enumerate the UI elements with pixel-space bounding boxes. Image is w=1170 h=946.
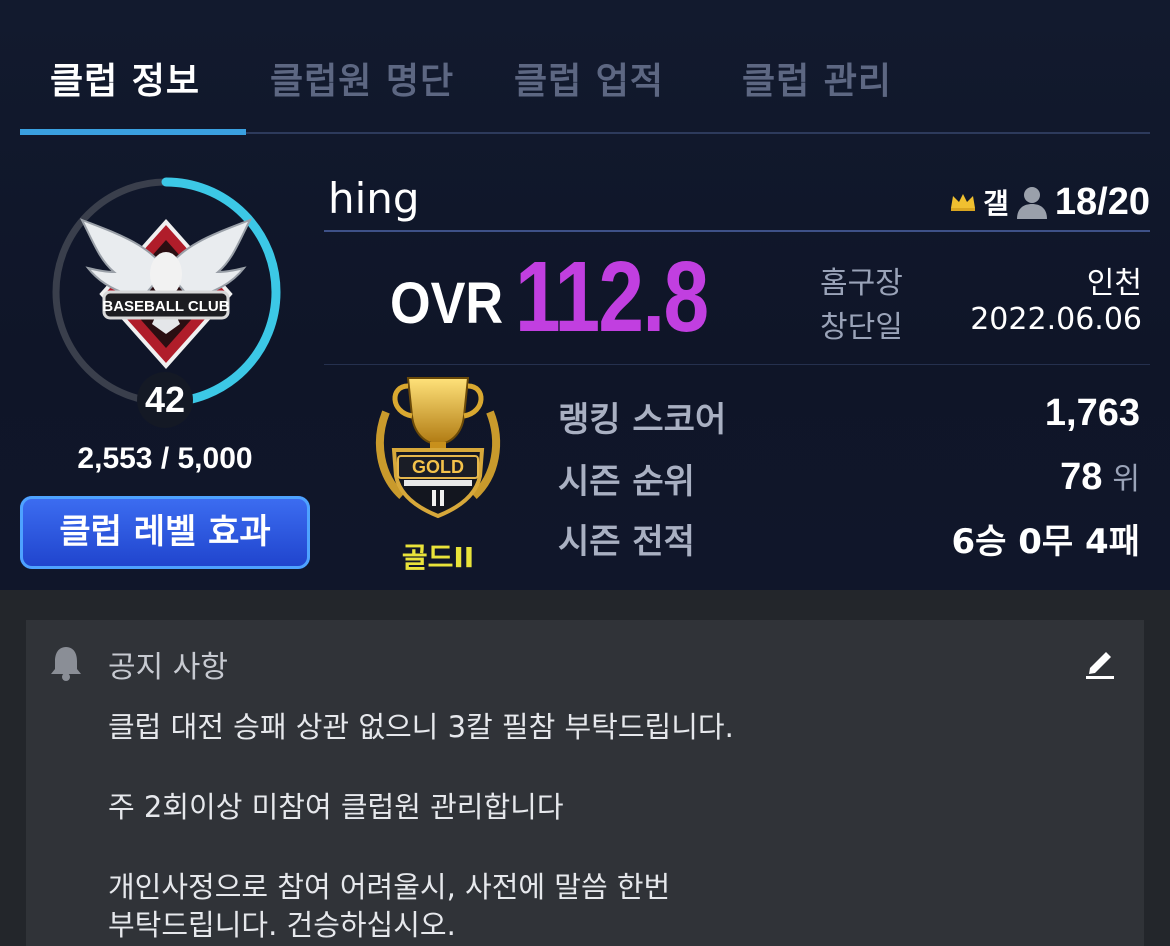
club-leader-name: 갤 <box>983 187 1009 220</box>
tab-club-management[interactable]: 클럽 관리 <box>742 52 892 104</box>
tab-bar: 클럽 정보 클럽원 명단 클럽 업적 클럽 관리 <box>20 0 1150 136</box>
emblem-text: BASEBALL CLUB <box>102 298 229 315</box>
ranking-score-row: 랭킹 스코어 1,763 <box>558 392 1140 442</box>
ranking-score-label: 랭킹 스코어 <box>558 400 727 440</box>
club-xp-text: 2,553 / 5,000 <box>77 442 253 475</box>
member-count: 18/20 <box>1054 180 1150 223</box>
founded-value: 2022.06.06 <box>970 302 1142 337</box>
club-level-effect-button[interactable]: 클럽 레벨 효과 <box>20 496 310 569</box>
season-rank-value: 78 <box>1060 456 1103 498</box>
ranking-score-value: 1,763 <box>1044 392 1140 434</box>
club-emblem: BASEBALL CLUB <box>79 218 253 370</box>
home-stadium-value: 인천 <box>1086 266 1142 301</box>
rank-tier-name: 골드II <box>401 541 475 574</box>
name-divider <box>324 230 1150 232</box>
notice-panel: 공지 사항 클럽 대전 승패 상관 없으니 3칼 필참 부탁드립니다. 주 2회… <box>26 620 1144 946</box>
section-divider <box>324 364 1150 365</box>
season-rank-row: 시즌 순위 78 위 <box>558 454 1140 504</box>
bell-icon <box>51 647 81 681</box>
tab-achievements[interactable]: 클럽 업적 <box>514 52 664 104</box>
season-rank-label: 시즌 순위 <box>558 462 695 502</box>
tab-member-list[interactable]: 클럽원 명단 <box>270 52 454 104</box>
season-record-row: 시즌 전적 6승 0무 4패 <box>558 514 1140 564</box>
notice-line: 주 2회이상 미참여 클럽원 관리합니다 <box>108 790 564 824</box>
gold-trophy-icon: GOLD <box>376 377 500 519</box>
season-record-label: 시즌 전적 <box>558 522 695 562</box>
club-header-panel: 클럽 정보 클럽원 명단 클럽 업적 클럽 관리 BASEBALL CLUB 4… <box>0 0 1170 590</box>
club-level-badge: 42 <box>137 372 193 428</box>
season-rank-unit: 위 <box>1112 462 1140 497</box>
notice-line: 부탁드립니다. 건승하십시오. <box>108 908 456 942</box>
notice-line: 클럽 대전 승패 상관 없으니 3칼 필참 부탁드립니다. <box>108 710 734 744</box>
founded-label: 창단일 <box>820 310 903 345</box>
tab-club-info[interactable]: 클럽 정보 <box>50 52 200 104</box>
crown-icon <box>951 194 976 211</box>
season-record-value: 6승 0무 4패 <box>951 522 1141 562</box>
rank-emblem-text: GOLD <box>412 457 464 477</box>
ovr-label: OVR <box>390 271 504 336</box>
member-summary: 갤 18/20 <box>949 180 1150 224</box>
notice-line: 개인사정으로 참여 어려울시, 사전에 말씀 한번 <box>108 870 671 904</box>
notice-title: 공지 사항 <box>108 650 228 685</box>
club-name: hing <box>328 174 420 223</box>
members-icon <box>1016 187 1047 219</box>
active-tab-indicator <box>20 129 246 135</box>
season-rank-value-wrap: 78 위 <box>1060 454 1140 499</box>
ovr-value: 112.8 <box>515 241 709 353</box>
edit-icon[interactable] <box>1082 644 1118 680</box>
home-stadium-label: 홈구장 <box>820 266 903 301</box>
